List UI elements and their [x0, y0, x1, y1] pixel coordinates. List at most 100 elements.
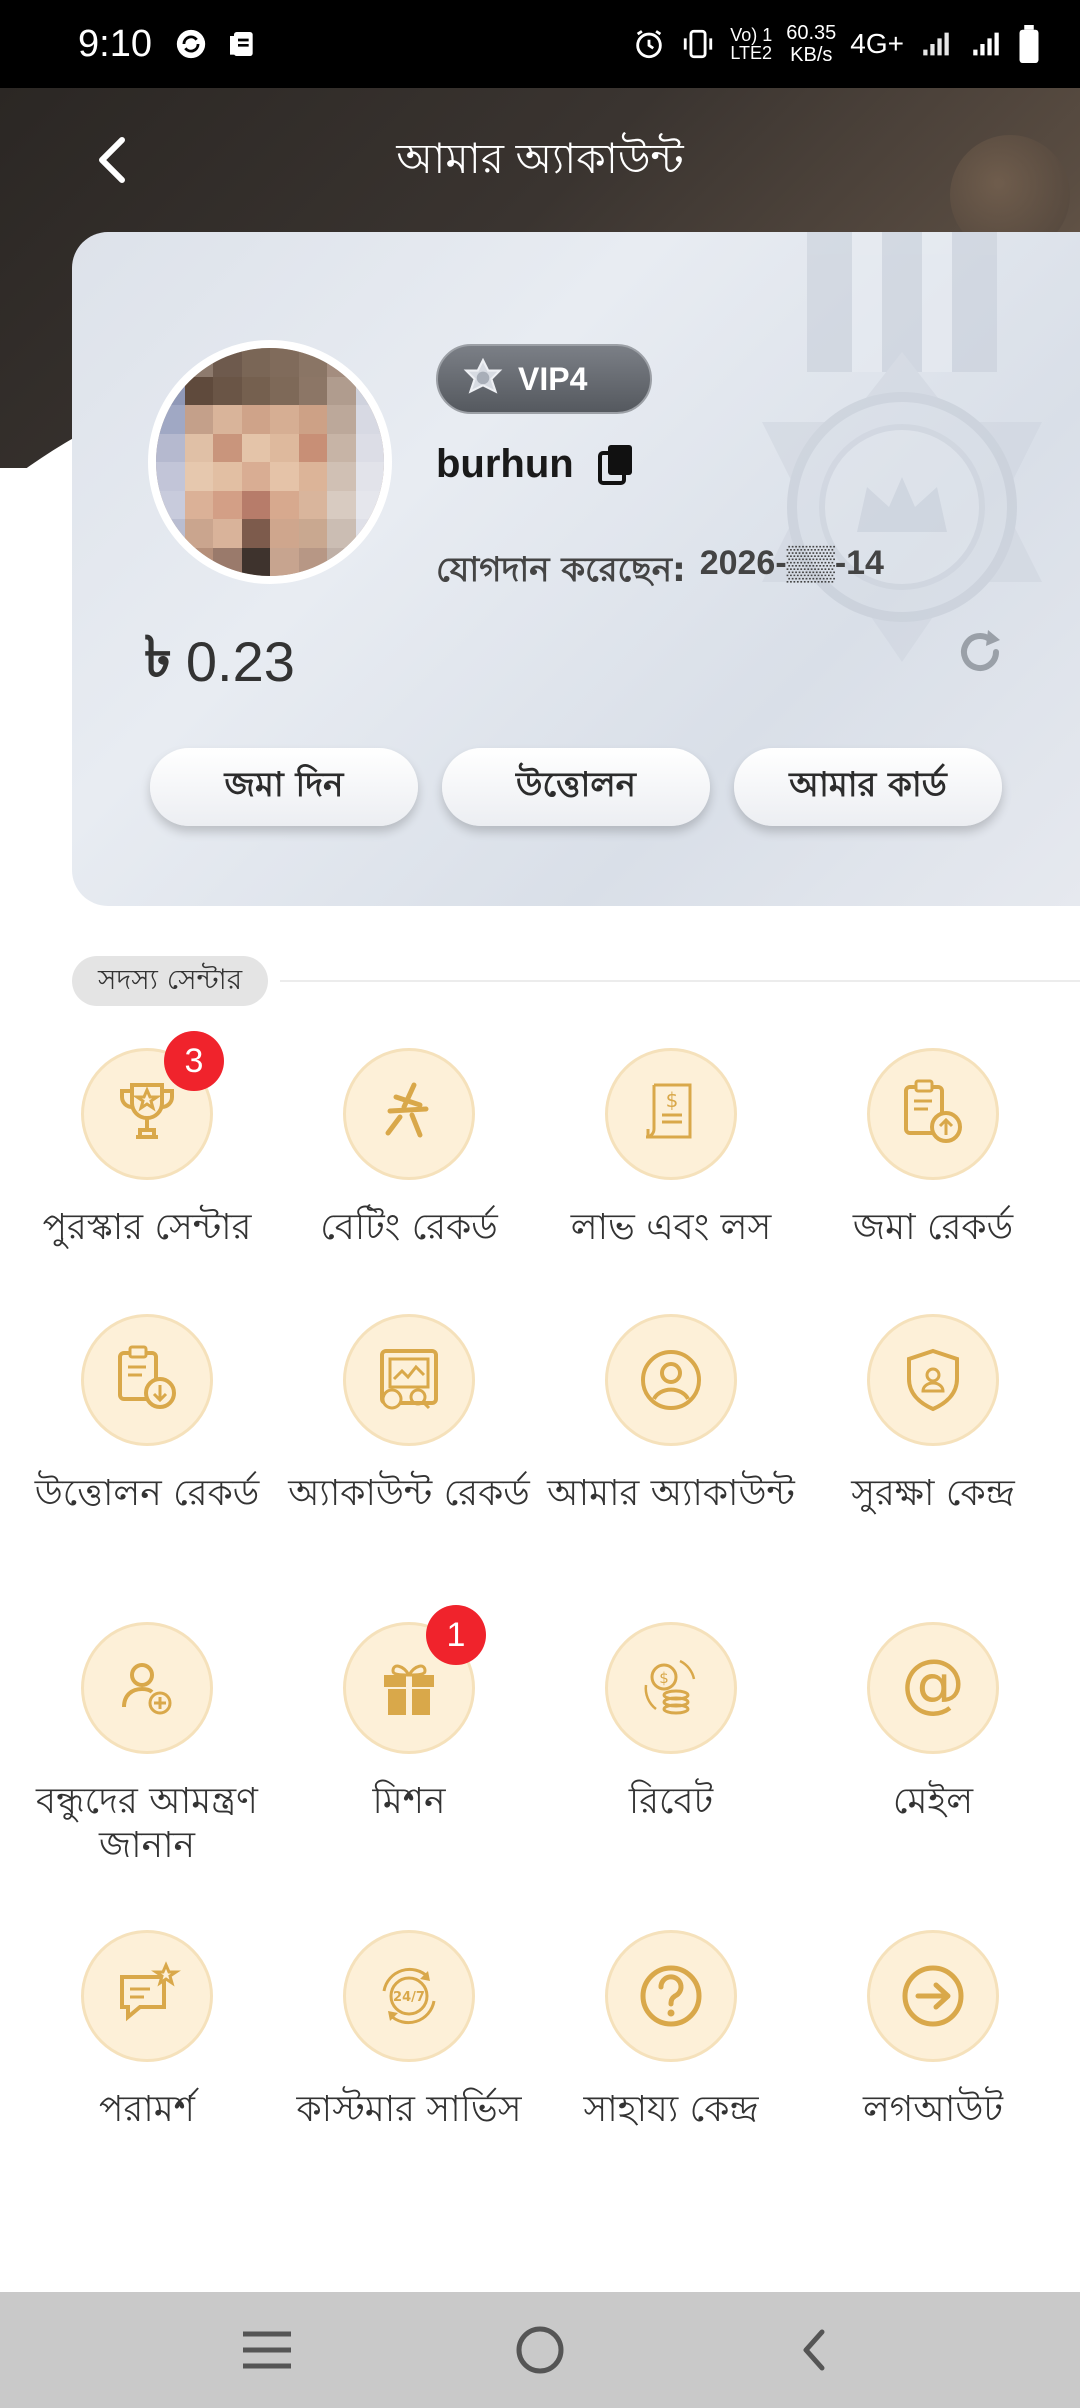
speed-indicator: 60.35 KB/s	[786, 22, 836, 66]
card-buttons: জমা দিন উত্তোলন আমার কার্ড	[150, 748, 1002, 826]
menu-item-mail[interactable]: @ মেইল	[798, 1622, 1068, 1824]
avatar-pixelated-image	[156, 348, 384, 576]
menu-item-feedback[interactable]: পরামর্শ	[12, 1930, 282, 2132]
icon-wrapper	[343, 1314, 475, 1446]
menu-item-withdraw-record[interactable]: উত্তোলন রেকর্ড	[12, 1314, 282, 1516]
icon-wrapper: 24/7	[343, 1930, 475, 2062]
menu-item-logout[interactable]: লগআউট	[798, 1930, 1068, 2132]
menu-item-label: আমার অ্যাকাউন্ট	[547, 1473, 795, 1514]
my-card-button[interactable]: আমার কার্ড	[734, 748, 1002, 826]
balance: ৳ 0.23	[144, 614, 295, 708]
icon-wrapper	[605, 1314, 737, 1446]
rewards-badge: 3	[164, 1031, 224, 1091]
support-247-icon: 24/7	[382, 1967, 436, 2025]
copy-icon[interactable]	[596, 443, 636, 487]
recent-apps-button[interactable]	[227, 2310, 307, 2390]
menu-item-label: পরামর্শ	[99, 2089, 195, 2130]
joined-row: যোগদান করেছেন: 2026-▒▒-14	[436, 544, 884, 601]
member-center-title: সদস্য সেন্টার	[72, 956, 269, 1006]
speed-bottom: KB/s	[790, 44, 833, 66]
joined-label: যোগদান করেছেন:	[436, 550, 686, 590]
coins-icon: $	[644, 1659, 696, 1715]
icon-wrapper: 1	[343, 1605, 486, 1754]
icon-wrapper	[81, 1314, 213, 1446]
icon-wrapper	[605, 1930, 737, 2062]
menu-item-label: লগআউট	[862, 2089, 1004, 2130]
system-back-button[interactable]	[773, 2310, 853, 2390]
menu-item-customer-service[interactable]: 24/7 কাস্টমার সার্ভিস	[274, 1930, 544, 2132]
menu-item-rewards-center[interactable]: 3 পুরস্কার সেন্টার	[12, 1031, 282, 1250]
menu-item-label: পুরস্কার সেন্টার	[42, 1207, 252, 1248]
withdraw-button[interactable]: উত্তোলন	[442, 748, 710, 826]
username-row: burhun	[436, 442, 636, 487]
refresh-icon[interactable]	[952, 624, 1008, 680]
bill-dollar-icon: $	[645, 1083, 692, 1139]
feedback-icon	[120, 1961, 181, 2022]
icon-wrapper	[343, 1048, 475, 1180]
home-circle-icon	[516, 2326, 564, 2374]
betting-icon	[385, 1082, 429, 1138]
icon-wrapper: $	[605, 1622, 737, 1754]
sync-icon	[176, 29, 206, 59]
clipboard-download-icon	[118, 1345, 176, 1409]
speed-top: 60.35	[786, 22, 837, 44]
username: burhun	[436, 442, 574, 486]
menu-item-account-record[interactable]: অ্যাকাউন্ট রেকর্ড	[274, 1314, 544, 1516]
status-right: Vo) 1 LTE2 60.35 KB/s 4G+	[632, 22, 1040, 66]
svg-text:$: $	[659, 1669, 669, 1687]
icon-wrapper	[867, 1314, 999, 1446]
clipboard-upload-icon	[904, 1079, 962, 1143]
menu-lines-icon	[242, 2331, 291, 2369]
volte-top: Vo) 1	[730, 25, 773, 45]
document-icon	[229, 32, 253, 56]
menu-item-label: জমা রেকর্ড	[852, 1207, 1014, 1248]
status-bar: 9:10 Vo) 1 LTE2 60.35 KB/s 4G+	[0, 0, 1080, 88]
chevron-left-icon	[803, 2329, 825, 2371]
svg-text:24/7: 24/7	[393, 1990, 425, 2005]
menu-item-label: অ্যাকাউন্ট রেকর্ড	[288, 1473, 530, 1514]
menu-item-security-center[interactable]: সুরক্ষা কেন্দ্র	[798, 1314, 1068, 1516]
menu-item-label: লাভ এবং লস	[570, 1207, 772, 1248]
deposit-button[interactable]: জমা দিন	[150, 748, 418, 826]
icon-wrapper	[867, 1048, 999, 1180]
icon-wrapper	[81, 1930, 213, 2062]
balance-amount: 0.23	[185, 629, 295, 693]
icon-wrapper: @	[867, 1622, 999, 1754]
menu-item-label: রিবেট	[628, 1781, 714, 1822]
vip-badge[interactable]: VIP4	[436, 344, 652, 414]
medal-decoration-icon	[762, 232, 1042, 662]
menu-item-label: কাস্টমার সার্ভিস	[296, 2089, 522, 2130]
menu-item-label: সুরক্ষা কেন্দ্র	[851, 1473, 1015, 1514]
svg-text:@: @	[901, 1647, 965, 1721]
user-circle-icon	[641, 1350, 701, 1410]
vibrate-icon	[684, 29, 713, 59]
section-divider	[280, 980, 1080, 982]
account-record-icon	[380, 1349, 438, 1410]
menu-item-help-center[interactable]: সাহায্য কেন্দ্র	[536, 1930, 806, 2132]
menu-item-invite-friends[interactable]: বন্ধুদের আমন্ত্রণ জানান	[12, 1622, 282, 1868]
menu-item-mission[interactable]: 1 মিশন	[274, 1605, 544, 1824]
menu-item-rebate[interactable]: $ রিবেট	[536, 1622, 806, 1824]
menu-item-betting-record[interactable]: বেটিং রেকর্ড	[274, 1048, 544, 1250]
profile-card: VIP4 burhun যোগদান করেছেন: 2026-▒▒-14 ৳ …	[72, 232, 1080, 906]
icon-wrapper	[81, 1622, 213, 1754]
shield-user-icon	[907, 1348, 959, 1412]
menu-item-label: বেটিং রেকর্ড	[320, 1207, 498, 1248]
menu-item-label: মেইল	[892, 1781, 974, 1822]
menu-item-profit-loss[interactable]: $ লাভ এবং লস	[536, 1048, 806, 1250]
status-left-icons	[174, 27, 258, 61]
network-type: 4G+	[850, 28, 904, 59]
signal-icon-1	[923, 32, 949, 56]
invite-user-icon	[122, 1663, 172, 1715]
home-button[interactable]	[500, 2310, 580, 2390]
avatar[interactable]	[148, 340, 392, 584]
alarm-icon	[636, 30, 662, 59]
menu-item-my-account[interactable]: আমার অ্যাকাউন্ট	[536, 1314, 806, 1516]
svg-text:$: $	[666, 1088, 679, 1112]
battery-icon	[1019, 25, 1039, 63]
mission-badge: 1	[426, 1605, 486, 1665]
currency-symbol: ৳	[144, 625, 172, 688]
menu-item-deposit-record[interactable]: জমা রেকর্ড	[798, 1048, 1068, 1250]
joined-date: 2026-▒▒-14	[699, 544, 884, 582]
page-title: আমার অ্যাকাউন্ট	[396, 135, 684, 182]
